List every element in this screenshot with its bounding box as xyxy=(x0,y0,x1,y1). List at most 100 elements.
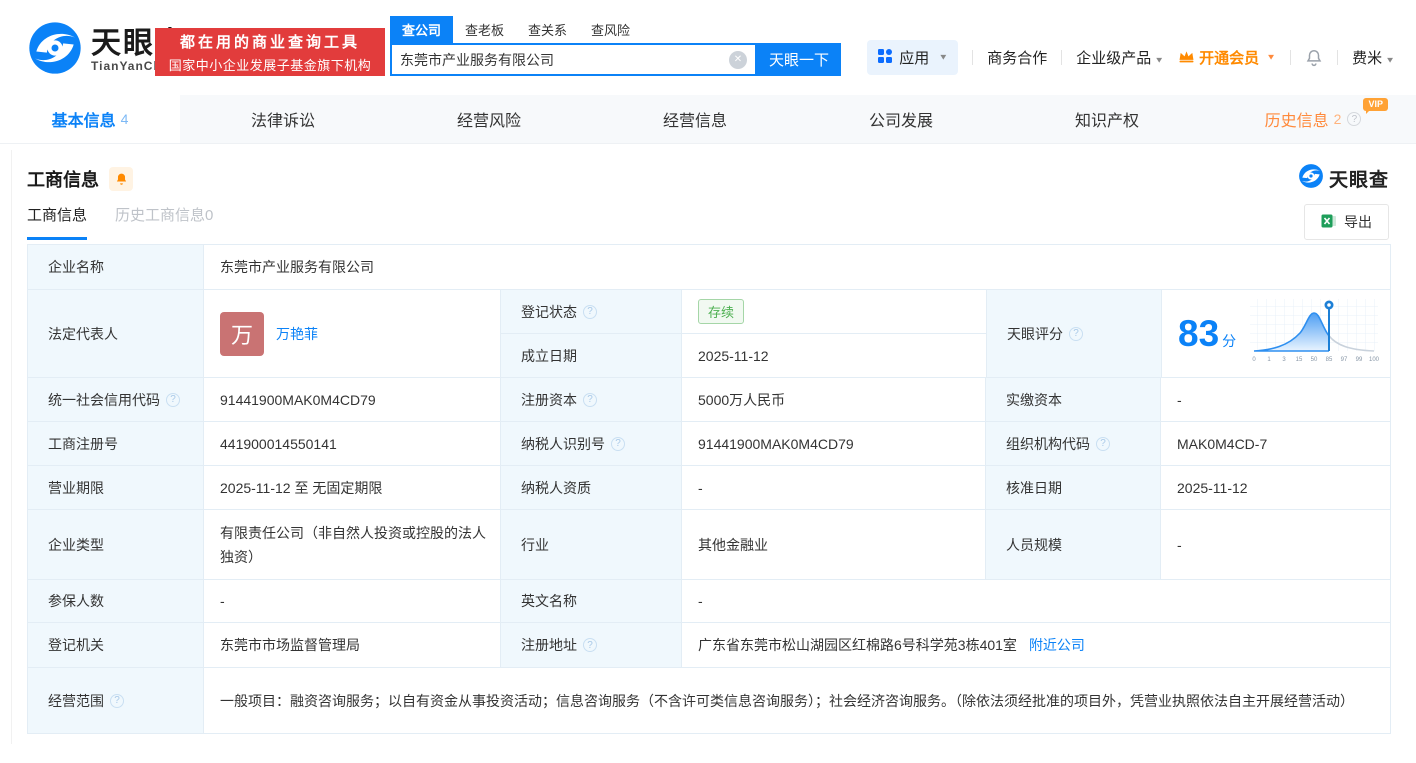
menu-divider xyxy=(1337,50,1339,65)
field-label: 登记机关 xyxy=(28,623,204,667)
field-label: 纳税人识别号 xyxy=(501,422,682,465)
search-tab-company[interactable]: 查公司 xyxy=(390,16,454,43)
help-icon[interactable] xyxy=(110,693,124,708)
table-row: 营业期限 2025-11-12 至 无固定期限 纳税人资质 - 核准日期 202… xyxy=(28,465,1390,509)
help-icon[interactable] xyxy=(1347,112,1362,126)
help-icon[interactable] xyxy=(1096,436,1110,451)
clear-search-icon[interactable] xyxy=(729,50,747,69)
excel-icon xyxy=(1321,213,1337,232)
tianyancha-logo-icon xyxy=(27,20,83,81)
chevron-down-icon xyxy=(1266,53,1276,62)
nearby-companies-link[interactable]: 附近公司 xyxy=(1029,635,1085,655)
apps-menu[interactable]: 应用 xyxy=(867,40,959,75)
legal-rep-cell: 万 万艳菲 xyxy=(204,290,501,377)
search-tab-relation[interactable]: 查关系 xyxy=(516,16,579,43)
business-cooperation-link[interactable]: 商务合作 xyxy=(987,47,1047,68)
search-button[interactable]: 天眼一下 xyxy=(757,43,841,76)
help-icon[interactable] xyxy=(583,392,597,407)
score-unit: 分 xyxy=(1222,333,1237,349)
taxpayer-id-value: 91441900MAK0M4CD79 xyxy=(682,422,986,465)
table-row: 统一社会信用代码 91441900MAK0M4CD79 注册资本 5000万人民… xyxy=(28,377,1390,421)
svg-text:97: 97 xyxy=(1341,357,1348,363)
legal-rep-link[interactable]: 万艳菲 xyxy=(276,324,318,344)
field-label: 人员规模 xyxy=(986,510,1161,579)
brand-slogan-banner: 都在用的商业查询工具 国家中小企业发展子基金旗下机构 xyxy=(155,28,385,76)
table-row: 法定代表人 万 万艳菲 登记状态 存续 成立日期 2025-11-12 天眼评分 xyxy=(28,289,1390,377)
subtab-history-business-info[interactable]: 历史工商信息0 xyxy=(115,204,213,240)
paid-capital-value: - xyxy=(1161,378,1390,421)
table-row: 参保人数 - 英文名称 - xyxy=(28,579,1390,622)
staff-size-value: - xyxy=(1161,510,1390,579)
field-label: 统一社会信用代码 xyxy=(28,378,204,421)
insured-count-value: - xyxy=(204,580,501,622)
field-label: 纳税人资质 xyxy=(501,466,682,509)
tab-intellectual-property[interactable]: 知识产权 xyxy=(1004,95,1210,143)
search-tab-risk[interactable]: 查风险 xyxy=(579,16,642,43)
field-label: 组织机构代码 xyxy=(986,422,1161,465)
tianyancha-watermark-icon xyxy=(1298,163,1324,194)
enterprise-products-menu[interactable]: 企业级产品 xyxy=(1076,47,1164,68)
export-button[interactable]: 导出 xyxy=(1304,204,1389,240)
menu-divider xyxy=(1290,50,1292,65)
apps-label: 应用 xyxy=(899,50,930,67)
search-input[interactable] xyxy=(392,51,729,68)
score-value: 83 xyxy=(1178,313,1220,354)
field-label: 英文名称 xyxy=(501,580,682,622)
business-term-value: 2025-11-12 至 无固定期限 xyxy=(204,466,501,509)
help-icon[interactable] xyxy=(583,304,597,319)
tab-operational-risk[interactable]: 经营风险 xyxy=(386,95,592,143)
english-name-value: - xyxy=(682,580,1390,622)
notification-bell-icon[interactable] xyxy=(1305,48,1323,67)
tab-legal-litigation[interactable]: 法律诉讼 xyxy=(180,95,386,143)
user-menu[interactable]: 费米 xyxy=(1352,47,1395,68)
reg-authority-value: 东莞市市场监督管理局 xyxy=(204,623,501,667)
score-distribution-chart: 0 1 3 15 50 85 97 99 100 xyxy=(1248,297,1380,370)
field-label: 经营范围 xyxy=(28,668,204,733)
search-tabs: 查公司 查老板 查关系 查风险 xyxy=(390,16,841,43)
help-icon[interactable] xyxy=(1069,326,1083,341)
tab-company-development[interactable]: 公司发展 xyxy=(798,95,1004,143)
table-row: 工商注册号 441900014550141 纳税人识别号 91441900MAK… xyxy=(28,421,1390,465)
chevron-down-icon xyxy=(1154,56,1164,65)
help-icon[interactable] xyxy=(166,392,180,407)
business-info-table: 企业名称 东莞市产业服务有限公司 法定代表人 万 万艳菲 登记状态 存续 成立日… xyxy=(27,244,1391,734)
score-cell: 83 分 0 1 3 15 50 85 97 99 100 xyxy=(1162,290,1390,377)
chevron-down-icon xyxy=(938,53,948,62)
field-label: 注册资本 xyxy=(501,378,682,421)
help-icon[interactable] xyxy=(583,638,597,652)
credit-code-value: 91441900MAK0M4CD79 xyxy=(204,378,501,421)
slogan-line1: 都在用的商业查询工具 xyxy=(179,33,360,51)
field-label: 核准日期 xyxy=(986,466,1161,509)
approval-date-value: 2025-11-12 xyxy=(1161,466,1390,509)
svg-text:0: 0 xyxy=(1252,357,1256,363)
field-label: 行业 xyxy=(501,510,682,579)
tab-basic-info[interactable]: 基本信息 4 xyxy=(0,95,180,143)
field-label: 企业类型 xyxy=(28,510,204,579)
company-name-value: 东莞市产业服务有限公司 xyxy=(204,245,1390,289)
username: 费米 xyxy=(1352,50,1383,67)
legal-rep-avatar[interactable]: 万 xyxy=(220,311,264,356)
svg-text:100: 100 xyxy=(1369,357,1380,363)
search-tab-boss[interactable]: 查老板 xyxy=(453,16,516,43)
svg-text:15: 15 xyxy=(1296,357,1303,363)
status-badge: 存续 xyxy=(698,299,745,324)
field-label: 参保人数 xyxy=(28,580,204,622)
svg-text:50: 50 xyxy=(1311,357,1318,363)
help-icon[interactable] xyxy=(611,436,625,451)
reg-number-value: 441900014550141 xyxy=(204,422,501,465)
org-code-value: MAK0M4CD-7 xyxy=(1161,422,1390,465)
open-vip-menu[interactable]: 开通会员 xyxy=(1178,47,1276,68)
monitor-bell-icon[interactable] xyxy=(109,166,133,191)
table-row: 经营范围 一般项目：融资咨询服务；以自有资金从事投资活动；信息咨询服务（不含许可… xyxy=(28,667,1390,733)
tab-business-info[interactable]: 经营信息 xyxy=(592,95,798,143)
svg-text:1: 1 xyxy=(1267,357,1271,363)
field-label: 登记状态 xyxy=(501,290,682,333)
svg-text:99: 99 xyxy=(1356,357,1363,363)
industry-value: 其他金融业 xyxy=(682,510,986,579)
field-label: 成立日期 xyxy=(501,334,682,377)
tab-history-info[interactable]: VIP 历史信息 2 xyxy=(1210,95,1416,143)
table-row: 企业名称 东莞市产业服务有限公司 xyxy=(28,245,1390,289)
subtab-business-info[interactable]: 工商信息 xyxy=(27,204,88,240)
field-label: 营业期限 xyxy=(28,466,204,509)
field-label: 企业名称 xyxy=(28,245,204,289)
